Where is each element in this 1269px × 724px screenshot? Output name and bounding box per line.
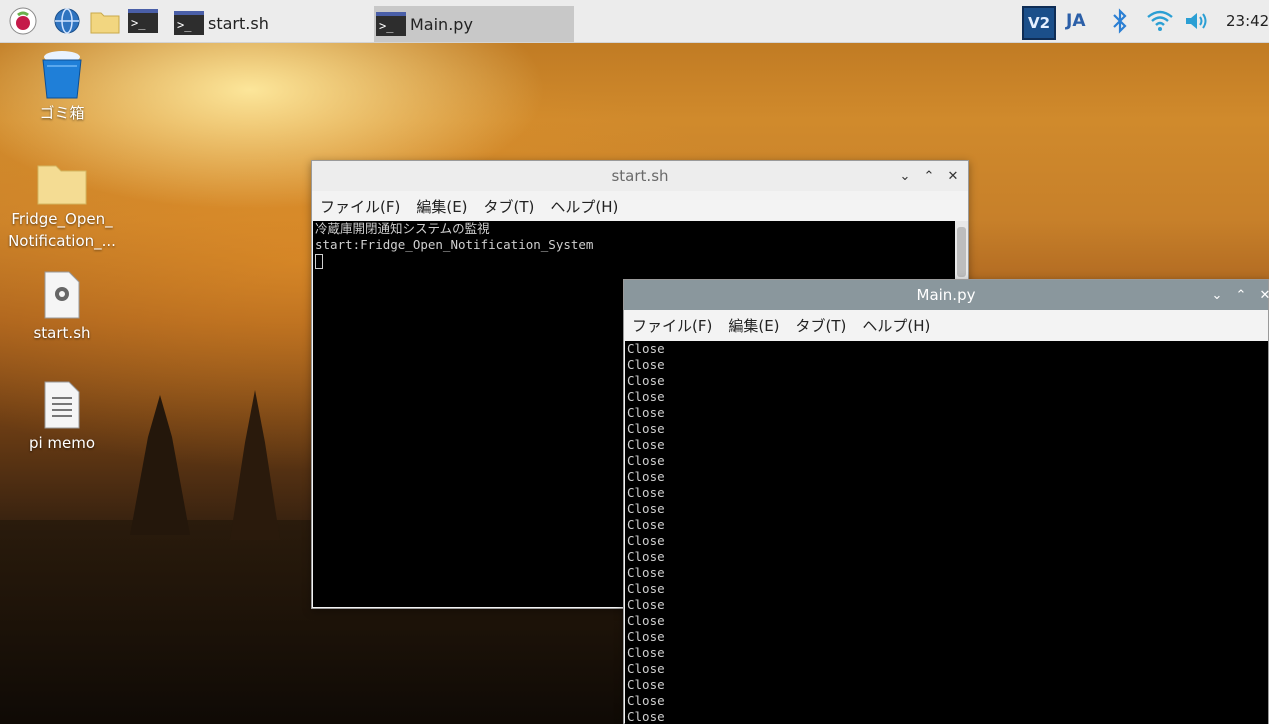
raspberry-menu-icon[interactable] [8,7,38,35]
terminal-line: Close [627,581,665,596]
terminal-line: Close [627,485,665,500]
terminal-cursor [315,254,323,269]
terminal-line: Close [627,645,665,660]
terminal-line: start:Fridge_Open_Notification_System [315,237,594,252]
menu-tab[interactable]: タブ(T) [484,196,535,217]
window-title: start.sh [611,167,669,185]
terminal-line: Close [627,709,665,724]
terminal-line: Close [627,629,665,644]
terminal-line: Close [627,693,665,708]
terminal-line: Close [627,453,665,468]
desktop-icon-pi-memo[interactable]: pi memo [7,380,117,454]
minimize-button[interactable]: ⌄ [898,169,912,184]
terminal-output[interactable]: Close Close Close Close Close Close Close Close… [625,341,1268,724]
menubar: ファイル(F) 編集(E) タブ(T) ヘルプ(H) [624,310,1268,340]
desktop-icon-trash[interactable]: ゴミ箱 [7,50,117,124]
terminal-line: 冷蔵庫開閉通知システムの監視 [315,221,490,236]
taskbar-task-start-sh[interactable]: >_ start.sh [174,6,369,40]
terminal-line: Close [627,421,665,436]
menu-edit[interactable]: 編集(E) [728,315,779,336]
terminal-line: Close [627,389,665,404]
menu-help[interactable]: ヘルプ(H) [550,196,618,217]
menu-edit[interactable]: 編集(E) [416,196,467,217]
menu-file[interactable]: ファイル(F) [320,196,400,217]
menu-help[interactable]: ヘルプ(H) [862,315,930,336]
desktop-icon-label: Fridge_Open_ [11,210,113,228]
file-manager-icon[interactable] [90,7,120,35]
close-button[interactable]: ✕ [946,169,960,184]
language-indicator[interactable]: JA [1066,0,1085,42]
task-label: start.sh [208,13,269,33]
terminal-line: Close [627,533,665,548]
minimize-button[interactable]: ⌄ [1210,288,1224,303]
desktop-icon-start-sh[interactable]: start.sh [7,270,117,344]
desktop-icon-label: pi memo [28,434,96,452]
scrollbar-thumb[interactable] [957,227,966,277]
vnc-server-icon[interactable]: V2 [1022,6,1056,40]
terminal-line: Close [627,565,665,580]
terminal-line: Close [627,661,665,676]
terminal-line: Close [627,357,665,372]
terminal-icon: >_ [174,11,204,35]
terminal-line: Close [627,469,665,484]
maximize-button[interactable]: ⌃ [1234,288,1248,303]
desktop-icon-label: Notification_... [8,232,116,250]
window-titlebar[interactable]: Main.py ⌄ ⌃ ✕ [624,280,1269,310]
terminal-line: Close [627,597,665,612]
wifi-icon[interactable] [1146,0,1174,42]
task-label: Main.py [410,14,473,34]
terminal-line: Close [627,501,665,516]
trash-icon [42,51,82,99]
terminal-launcher-icon[interactable]: >_ [128,7,158,35]
bluetooth-icon[interactable] [1110,0,1130,42]
desktop-icon-label: start.sh [33,324,91,342]
folder-icon [37,165,87,205]
text-file-icon [44,381,80,429]
terminal-line: Close [627,677,665,692]
desktop-icon-fridge-folder[interactable]: Fridge_Open_ Notification_... [7,160,117,252]
clock[interactable]: 23:42 [1226,0,1269,42]
terminal-line: Close [627,549,665,564]
menu-tab[interactable]: タブ(T) [796,315,847,336]
window-titlebar[interactable]: start.sh ⌄ ⌃ ✕ [312,161,968,191]
taskbar-task-main-py[interactable]: >_ Main.py [374,6,574,42]
taskbar: >_ >_ start.sh >_ Main.py V2 JA 23:42 [0,0,1269,43]
terminal-line: Close [627,341,665,356]
terminal-line: Close [627,613,665,628]
window-title: Main.py [916,286,976,304]
close-button[interactable]: ✕ [1258,288,1269,303]
volume-icon[interactable] [1184,0,1212,42]
terminal-line: Close [627,373,665,388]
menubar: ファイル(F) 編集(E) タブ(T) ヘルプ(H) [312,191,968,221]
maximize-button[interactable]: ⌃ [922,169,936,184]
terminal-line: Close [627,517,665,532]
temple-silhouette [230,390,280,540]
terminal-icon: >_ [376,12,406,36]
terminal-line: Close [627,437,665,452]
web-browser-icon[interactable] [52,7,82,35]
temple-silhouette [130,395,190,535]
script-file-icon [44,271,80,319]
terminal-line: Close [627,405,665,420]
window-main-py[interactable]: Main.py ⌄ ⌃ ✕ ファイル(F) 編集(E) タブ(T) ヘルプ(H)… [623,279,1269,724]
menu-file[interactable]: ファイル(F) [632,315,712,336]
desktop-icon-label: ゴミ箱 [39,104,85,122]
